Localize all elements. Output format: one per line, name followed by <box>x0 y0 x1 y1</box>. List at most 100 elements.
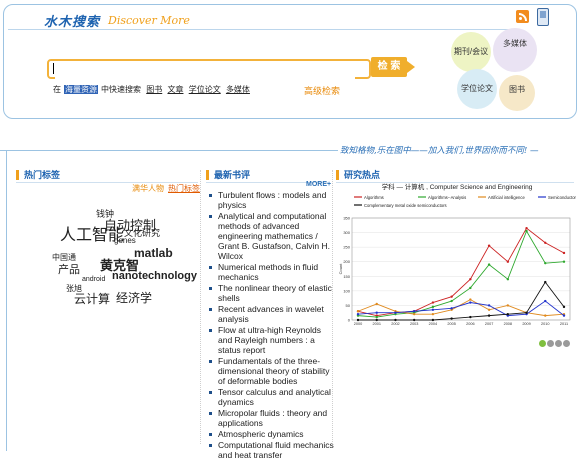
carousel-dot[interactable] <box>547 340 554 347</box>
hot-tags-title: 热门标签 <box>16 170 60 180</box>
data-point <box>356 312 360 316</box>
research-hotspots-title: 研究热点 <box>336 170 380 180</box>
tag-item[interactable]: genes <box>114 236 136 245</box>
book-item[interactable]: Tensor calculus and analytical dynamics <box>209 387 336 407</box>
tag-item[interactable]: 云计算 <box>74 290 110 307</box>
filter-theses[interactable]: 学位论文 <box>189 85 221 94</box>
x-tick-label: 2009 <box>522 322 530 326</box>
legend-label: Semiconductor industry <box>548 195 576 200</box>
data-point <box>544 299 547 303</box>
filter-multimedia[interactable]: 多媒体 <box>226 85 250 94</box>
x-tick-label: 2001 <box>373 322 381 326</box>
data-point <box>431 308 435 311</box>
y-axis-label: Count <box>338 263 343 275</box>
book-review-list: Turbulent flows : models and physics Ana… <box>208 190 336 461</box>
data-point <box>506 304 510 307</box>
x-tick-label: 2005 <box>447 322 455 326</box>
data-point <box>525 229 528 233</box>
data-point <box>544 261 547 265</box>
data-point <box>431 305 435 309</box>
x-tick-label: 2008 <box>504 322 512 326</box>
tag-tabs: 满华人物 热门标签 <box>132 183 200 194</box>
book-item[interactable]: Analytical and computational methods of … <box>209 211 336 261</box>
data-point <box>506 278 510 281</box>
x-tick-label: 2011 <box>560 322 568 326</box>
circle-multimedia[interactable]: 多媒体 <box>493 28 537 72</box>
x-tick-label: 2007 <box>485 322 493 326</box>
circle-books[interactable]: 图书 <box>499 75 535 111</box>
chart-title: 学科 — 计算机 , Computer Science and Engineer… <box>382 182 533 191</box>
data-point <box>544 241 547 244</box>
book-item[interactable]: Numerical methods in fluid mechanics <box>209 262 336 282</box>
tag-item[interactable]: matlab <box>134 246 173 260</box>
data-point <box>450 299 453 303</box>
data-point <box>562 260 566 263</box>
scope-suffix: 中快速搜索 <box>101 85 141 94</box>
carousel-dots <box>539 334 571 352</box>
data-point <box>450 307 453 310</box>
x-tick-label: 2010 <box>541 322 549 326</box>
book-item[interactable]: Atmospheric dynamics <box>209 429 336 439</box>
rss-icon[interactable] <box>516 10 529 23</box>
data-point <box>431 318 435 322</box>
legend-label: Artificial intelligence <box>488 195 525 200</box>
site-logo[interactable]: 水木搜索 <box>44 11 100 30</box>
legend-label: Algorithms--Analysis <box>428 195 466 200</box>
filter-books[interactable]: 图书 <box>146 85 162 94</box>
tag-item[interactable]: 产品 <box>58 261 80 277</box>
new-reviews-title: 最新书评 <box>206 170 250 180</box>
data-point <box>375 311 378 314</box>
data-point <box>487 314 491 317</box>
y-tick-label: 200 <box>343 259 350 264</box>
book-item[interactable]: Flow at ultra-high Reynolds and Rayleigh… <box>209 325 336 355</box>
search-panel: 水木搜索 Discover More 检 索 在海量资源 中快速搜索 图书 文章 … <box>3 4 577 119</box>
book-item[interactable]: Fundamentals of the three-dimensional th… <box>209 356 336 386</box>
text-cursor <box>53 63 54 74</box>
circle-thesis[interactable]: 学位论文 <box>457 69 497 109</box>
column-separator-1 <box>200 170 201 444</box>
book-item[interactable]: Turbulent flows : models and physics <box>209 190 336 210</box>
search-button[interactable]: 检 索 <box>371 57 415 77</box>
data-point <box>506 312 510 316</box>
search-input-wrapper <box>47 59 371 79</box>
book-item[interactable]: Recent advances in wavelet analysis <box>209 304 336 324</box>
data-point <box>562 314 566 317</box>
advanced-search-link[interactable]: 高级检索 <box>304 84 340 97</box>
data-point <box>431 301 435 304</box>
circle-journal[interactable]: 期刊/会议 <box>451 32 491 72</box>
search-input[interactable] <box>55 64 355 79</box>
x-tick-label: 2006 <box>466 322 474 326</box>
research-trend-chart: 学科 — 计算机 , Computer Science and Engineer… <box>338 182 576 326</box>
column-separator-2 <box>332 170 333 444</box>
carousel-dot[interactable] <box>563 340 570 347</box>
carousel-dot[interactable] <box>555 340 562 347</box>
header-divider <box>8 29 518 30</box>
data-point <box>450 295 453 298</box>
x-tick-label: 2003 <box>410 322 418 326</box>
book-item[interactable]: Computational fluid mechanics and heat t… <box>209 440 336 460</box>
data-point <box>487 304 491 307</box>
tab-hot-tags[interactable]: 热门标签 <box>168 184 200 193</box>
more-link[interactable]: MORE+ <box>306 181 331 188</box>
book-item[interactable]: Micropolar fluids : theory and applicati… <box>209 408 336 428</box>
data-point <box>375 318 378 322</box>
tag-item[interactable]: android <box>82 276 105 283</box>
carousel-dot[interactable] <box>539 340 546 347</box>
search-scope-row: 在海量资源 中快速搜索 图书 文章 学位论文 多媒体 <box>53 84 253 95</box>
site-slogan: Discover More <box>108 14 190 27</box>
data-point <box>469 278 472 281</box>
data-point <box>487 308 491 311</box>
data-point <box>544 314 547 317</box>
tab-people[interactable]: 满华人物 <box>132 184 164 193</box>
filter-articles[interactable]: 文章 <box>167 85 183 94</box>
y-tick-label: 150 <box>343 274 350 279</box>
data-point <box>562 251 566 255</box>
mobile-phone-icon[interactable] <box>537 8 549 26</box>
scope-all-resources[interactable]: 海量资源 <box>64 85 98 94</box>
tag-item[interactable]: nanotechnology <box>112 270 197 282</box>
data-point <box>525 311 528 314</box>
data-point <box>412 312 416 316</box>
book-item[interactable]: The nonlinear theory of elastic shells <box>209 283 336 303</box>
data-point <box>487 263 491 266</box>
tag-item[interactable]: 经济学 <box>116 289 152 306</box>
